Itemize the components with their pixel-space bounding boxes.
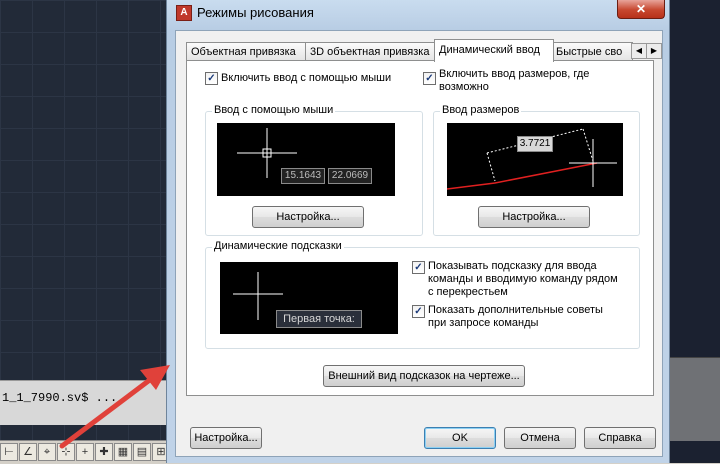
- tab-3d-object-snap[interactable]: 3D объектная привязка: [305, 42, 435, 61]
- command-line-text: 1_1_7990.sv$ ...: [2, 391, 118, 405]
- show-extra-tips-label-line1: Показать дополнительные советы: [428, 304, 603, 316]
- show-prompts-label-line3: с перекрестьем: [428, 286, 508, 298]
- dynamic-prompts-group: Динамические подсказки Первая точка: ✓ П…: [205, 240, 640, 349]
- tab-scroll-right-icon[interactable]: ▶: [646, 43, 662, 59]
- dynamic-input-page: ✓ Включить ввод с помощью мыши ✓ Включит…: [186, 60, 654, 396]
- dialog-client-area: Объектная привязка 3D объектная привязка…: [175, 30, 663, 457]
- polar-toggle-icon[interactable]: ∠: [19, 443, 37, 461]
- dimension-input-group: Ввод размеров 3.7721 Настройка...: [433, 104, 640, 236]
- help-button[interactable]: Справка: [584, 427, 656, 449]
- dialog-titlebar[interactable]: A Режимы рисования ✕: [167, 0, 669, 28]
- dimension-input-preview: 3.7721: [447, 123, 623, 196]
- autocad-app-icon: A: [176, 5, 192, 21]
- show-prompts-checkbox[interactable]: ✓: [412, 261, 425, 274]
- snap-toggle-icon[interactable]: ⊢: [0, 443, 18, 461]
- dimension-preview-drawing: [447, 128, 617, 190]
- tab-object-snap[interactable]: Объектная привязка: [186, 42, 306, 61]
- show-extra-tips-label-line2: при запросе команды: [428, 317, 539, 329]
- dynamic-prompts-group-title: Динамические подсказки: [212, 240, 344, 252]
- first-point-tooltip: Первая точка:: [276, 310, 362, 328]
- pointer-input-group-title: Ввод с помощью мыши: [212, 104, 336, 116]
- dialog-title: Режимы рисования: [197, 5, 314, 20]
- show-prompts-label-line2: команды и вводимую команду рядом: [428, 273, 618, 285]
- drafting-settings-dialog: A Режимы рисования ✕ Объектная привязка …: [166, 0, 670, 463]
- pointer-x-tooltip: 15.1643: [281, 168, 325, 184]
- right-side-band: [666, 357, 720, 441]
- tooltip-appearance-button[interactable]: Внешний вид подсказок на чертеже...: [323, 365, 525, 387]
- grid-toggle-icon[interactable]: ▦: [114, 443, 132, 461]
- otrack-toggle-icon[interactable]: ⊹: [57, 443, 75, 461]
- close-button[interactable]: ✕: [617, 0, 665, 19]
- pointer-input-label: Включить ввод с помощью мыши: [221, 72, 392, 84]
- pointer-input-checkbox[interactable]: ✓: [205, 72, 218, 85]
- cancel-button[interactable]: Отмена: [504, 427, 576, 449]
- dimension-input-label-line2: возможно: [439, 81, 489, 93]
- options-button[interactable]: Настройка...: [190, 427, 262, 449]
- pointer-input-preview: 15.1643 22.0669: [217, 123, 395, 196]
- tab-strip: Объектная привязка 3D объектная привязка…: [186, 39, 662, 62]
- ok-button[interactable]: OK: [424, 427, 496, 449]
- dimension-input-group-title: Ввод размеров: [440, 104, 522, 116]
- right-side-panel: [666, 0, 720, 463]
- osnap-toggle-icon[interactable]: ⌖: [38, 443, 56, 461]
- dimension-settings-button[interactable]: Настройка...: [478, 206, 590, 228]
- dynamic-input-toggle-icon[interactable]: +: [76, 443, 94, 461]
- pointer-input-group: Ввод с помощью мыши 15.1643 22.0669 Наст…: [205, 104, 423, 236]
- show-extra-tips-checkbox[interactable]: ✓: [412, 305, 425, 318]
- dimension-input-checkbox[interactable]: ✓: [423, 72, 436, 85]
- pointer-y-tooltip: 22.0669: [328, 168, 372, 184]
- model-toggle-icon[interactable]: ▤: [133, 443, 151, 461]
- dimension-input-label-line1: Включить ввод размеров, где: [439, 68, 590, 80]
- show-prompts-label-line1: Показывать подсказку для ввода: [428, 260, 597, 272]
- tab-scroll-left-icon[interactable]: ◀: [631, 43, 647, 59]
- tab-quick-properties[interactable]: Быстрые сво: [551, 42, 633, 61]
- pointer-settings-button[interactable]: Настройка...: [252, 206, 364, 228]
- dimension-value-tooltip: 3.7721: [517, 136, 553, 152]
- lineweight-toggle-icon[interactable]: ✚: [95, 443, 113, 461]
- dynamic-prompts-preview: Первая точка:: [220, 262, 398, 334]
- crosshair-icon: [237, 128, 297, 178]
- tab-dynamic-input[interactable]: Динамический ввод: [434, 39, 554, 62]
